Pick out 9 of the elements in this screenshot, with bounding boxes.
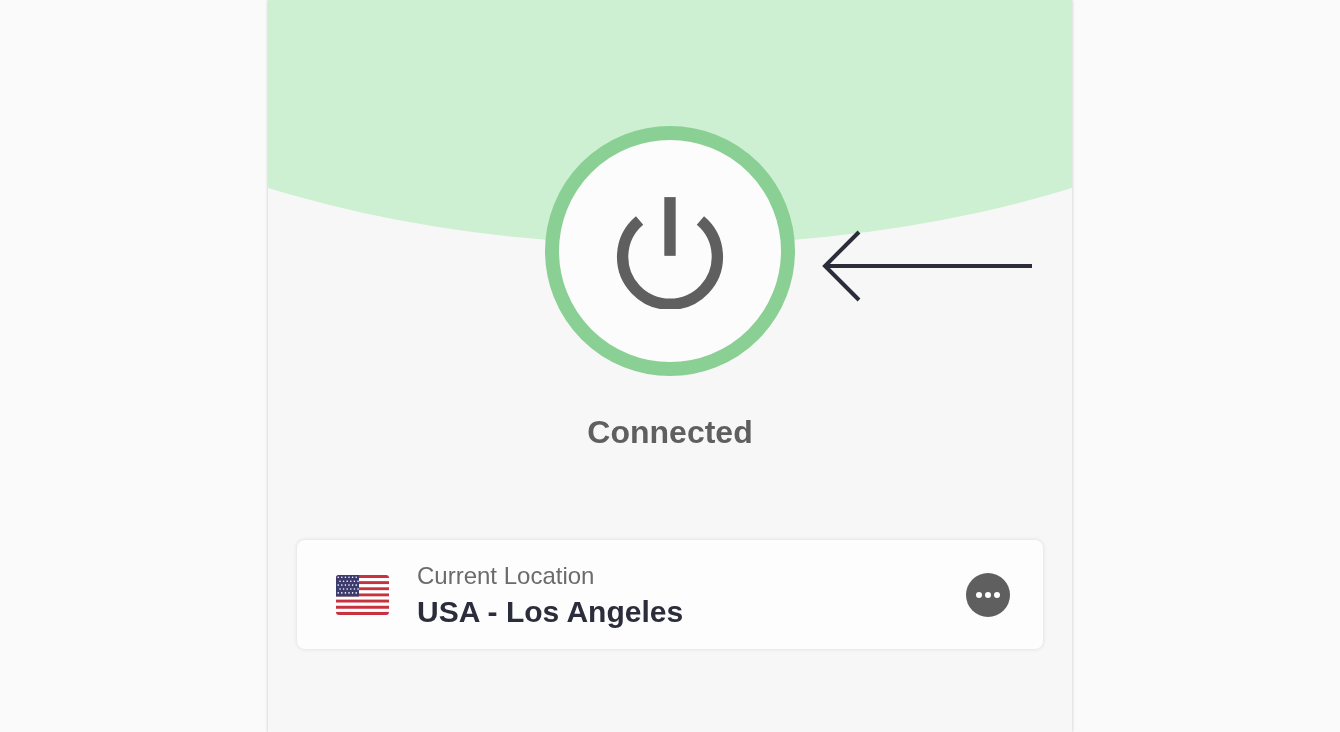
location-card[interactable]: Current Location USA - Los Angeles [297, 540, 1043, 649]
connection-status: Connected [587, 413, 753, 452]
flag-icon [336, 574, 389, 615]
left-arrow-icon [821, 229, 1034, 303]
power-icon [616, 197, 724, 309]
more-options-button[interactable] [966, 572, 1010, 617]
ellipsis-icon [976, 591, 1000, 598]
location-name: USA - Los Angeles [417, 593, 684, 630]
location-label: Current Location [417, 561, 595, 590]
